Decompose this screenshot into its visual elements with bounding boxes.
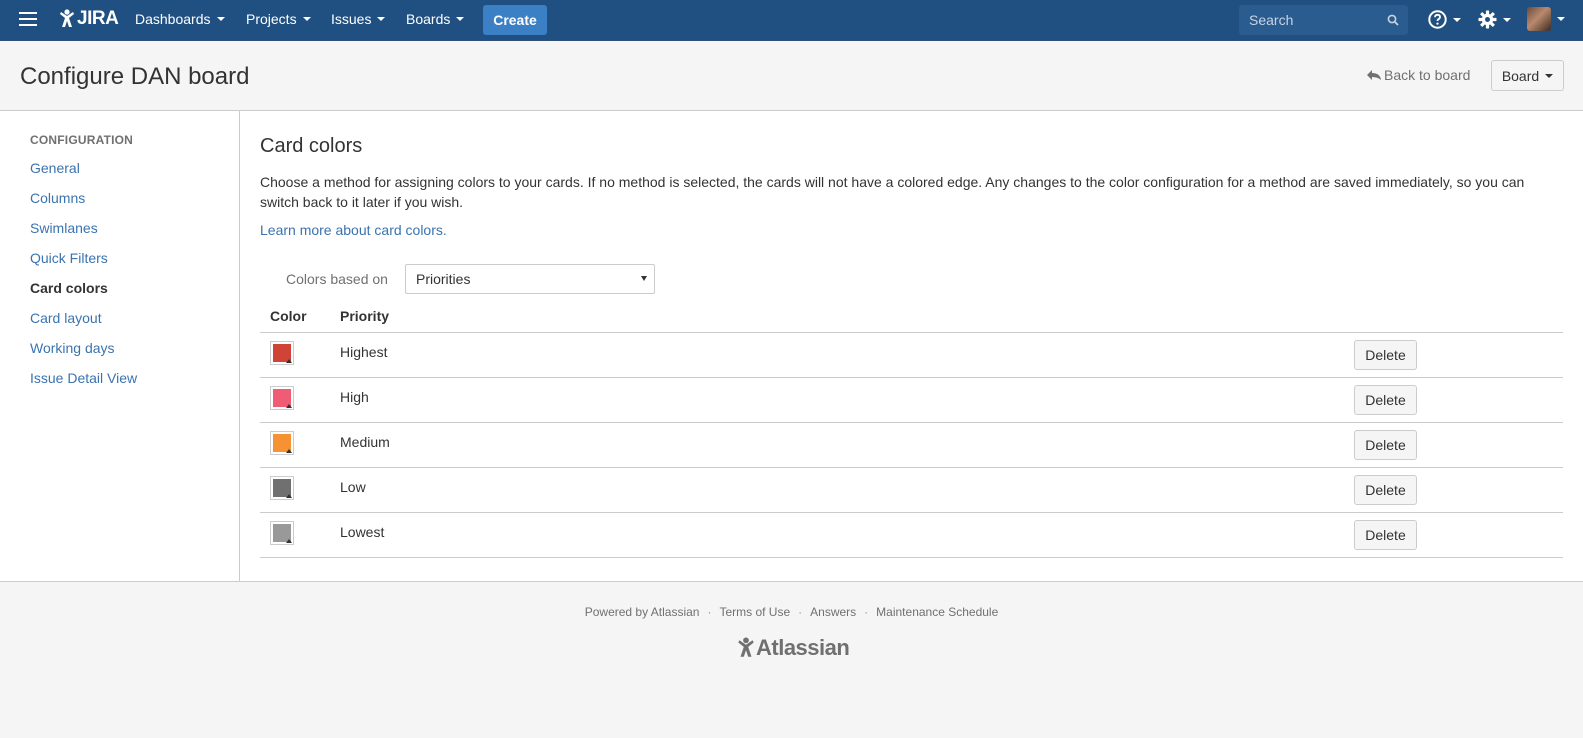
table-header: Color Priority xyxy=(260,301,1563,333)
sidebar-item-card-layout[interactable]: Card layout xyxy=(30,310,137,340)
sidebar-item-general[interactable]: General xyxy=(30,160,137,190)
chevron-down-icon xyxy=(302,17,311,21)
jira-logo-icon xyxy=(60,9,74,27)
chevron-down-icon xyxy=(1503,17,1511,22)
priority-name: High xyxy=(340,389,369,405)
footer-link-powered-by[interactable]: Powered by Atlassian xyxy=(585,605,700,619)
page-title: Configure DAN board xyxy=(20,63,250,90)
chevron-down-icon xyxy=(377,17,386,21)
color-swatch[interactable] xyxy=(270,386,294,410)
nav-issues-label: Issues xyxy=(331,11,372,27)
search-input[interactable] xyxy=(1249,12,1389,28)
table-row: Highest Delete xyxy=(260,333,1563,378)
color-picker-arrow-icon xyxy=(286,539,292,543)
delete-button[interactable]: Delete xyxy=(1354,430,1417,460)
chevron-down-icon xyxy=(1557,17,1565,21)
jira-logo-text: JIRA xyxy=(77,8,119,29)
board-menu-button[interactable]: Board xyxy=(1491,60,1564,91)
nav-projects-label: Projects xyxy=(246,11,297,27)
atlassian-logo-text: Atlassian xyxy=(756,635,850,660)
color-picker-arrow-icon xyxy=(286,494,292,498)
footer-link-maintenance[interactable]: Maintenance Schedule xyxy=(876,605,998,619)
priority-colors-table: Color Priority Highest Delete High Delete Me… xyxy=(260,301,1563,558)
content-area: CONFIGURATION General Columns Swimlanes … xyxy=(0,111,1583,582)
gear-icon xyxy=(1478,10,1497,29)
search-icon[interactable] xyxy=(1387,14,1399,26)
delete-button[interactable]: Delete xyxy=(1354,340,1417,370)
chevron-down-icon xyxy=(1453,17,1461,22)
table-row: Low Delete xyxy=(260,468,1563,513)
footer-separator: · xyxy=(707,605,712,619)
back-to-board-label: Back to board xyxy=(1384,67,1471,83)
top-navigation-bar: JIRA Dashboards Projects Issues Boards C… xyxy=(0,0,1583,41)
footer: Powered by Atlassian · Terms of Use · Answer… xyxy=(0,582,1583,738)
chevron-down-icon xyxy=(216,17,225,21)
color-picker-arrow-icon xyxy=(286,359,292,363)
delete-button[interactable]: Delete xyxy=(1354,475,1417,505)
column-header-priority: Priority xyxy=(340,308,390,324)
sidebar-item-quick-filters[interactable]: Quick Filters xyxy=(30,250,137,280)
footer-link-answers[interactable]: Answers xyxy=(810,605,856,619)
back-to-board-link[interactable]: Back to board xyxy=(1367,67,1470,83)
sidebar-item-swimlanes[interactable]: Swimlanes xyxy=(30,220,137,250)
sidebar-item-columns[interactable]: Columns xyxy=(30,190,137,220)
atlassian-logo-icon xyxy=(738,637,754,657)
learn-more-link[interactable]: Learn more about card colors. xyxy=(260,222,447,238)
search-box xyxy=(1239,5,1408,35)
nav-issues[interactable]: Issues xyxy=(331,11,386,27)
nav-boards[interactable]: Boards xyxy=(406,11,465,27)
section-title: Card colors xyxy=(260,135,363,157)
priority-name: Low xyxy=(340,479,366,495)
sidebar-item-working-days[interactable]: Working days xyxy=(30,340,137,370)
dropdown-arrow-icon xyxy=(641,276,647,281)
footer-links: Powered by Atlassian · Terms of Use · Answer… xyxy=(0,605,1583,619)
create-button[interactable]: Create xyxy=(483,5,547,35)
nav-boards-label: Boards xyxy=(406,11,451,27)
priority-name: Medium xyxy=(340,434,390,450)
help-menu[interactable] xyxy=(1428,10,1461,29)
table-row: Medium Delete xyxy=(260,423,1563,468)
sidebar-heading: CONFIGURATION xyxy=(30,133,134,147)
colors-based-on-select[interactable]: Priorities xyxy=(405,264,655,294)
footer-link-terms[interactable]: Terms of Use xyxy=(719,605,790,619)
sidebar-nav: General Columns Swimlanes Quick Filters … xyxy=(30,160,137,400)
colors-based-on-value: Priorities xyxy=(416,271,471,287)
chevron-down-icon xyxy=(456,17,465,21)
column-header-color: Color xyxy=(270,308,307,324)
settings-menu[interactable] xyxy=(1478,10,1511,29)
nav-dashboards-label: Dashboards xyxy=(135,11,211,27)
nav-dashboards[interactable]: Dashboards xyxy=(135,11,225,27)
color-swatch[interactable] xyxy=(270,431,294,455)
footer-separator: · xyxy=(864,605,869,619)
color-picker-arrow-icon xyxy=(286,449,292,453)
section-description: Choose a method for assigning colors to … xyxy=(260,174,1525,210)
priority-name: Highest xyxy=(340,344,388,360)
config-sidebar: CONFIGURATION General Columns Swimlanes … xyxy=(0,111,240,581)
avatar xyxy=(1527,7,1551,31)
page-header: Configure DAN board Back to board Board xyxy=(0,41,1583,111)
delete-button[interactable]: Delete xyxy=(1354,385,1417,415)
priority-name: Lowest xyxy=(340,524,385,540)
back-arrow-icon xyxy=(1367,70,1381,80)
board-menu-label: Board xyxy=(1501,67,1540,84)
menu-icon[interactable] xyxy=(19,12,37,28)
sidebar-item-issue-detail-view[interactable]: Issue Detail View xyxy=(30,370,137,400)
sidebar-item-card-colors[interactable]: Card colors xyxy=(30,280,137,310)
table-row: Lowest Delete xyxy=(260,513,1563,558)
color-swatch[interactable] xyxy=(270,341,294,365)
colors-based-on-label: Colors based on xyxy=(286,271,388,287)
help-icon xyxy=(1428,10,1447,29)
jira-logo[interactable]: JIRA xyxy=(58,8,119,30)
color-swatch[interactable] xyxy=(270,521,294,545)
footer-separator: · xyxy=(798,605,803,619)
atlassian-logo[interactable]: Atlassian xyxy=(736,635,850,661)
color-swatch[interactable] xyxy=(270,476,294,500)
color-picker-arrow-icon xyxy=(286,404,292,408)
user-menu[interactable] xyxy=(1527,7,1565,31)
delete-button[interactable]: Delete xyxy=(1354,520,1417,550)
nav-projects[interactable]: Projects xyxy=(246,11,311,27)
table-row: High Delete xyxy=(260,378,1563,423)
chevron-down-icon xyxy=(1545,73,1554,78)
